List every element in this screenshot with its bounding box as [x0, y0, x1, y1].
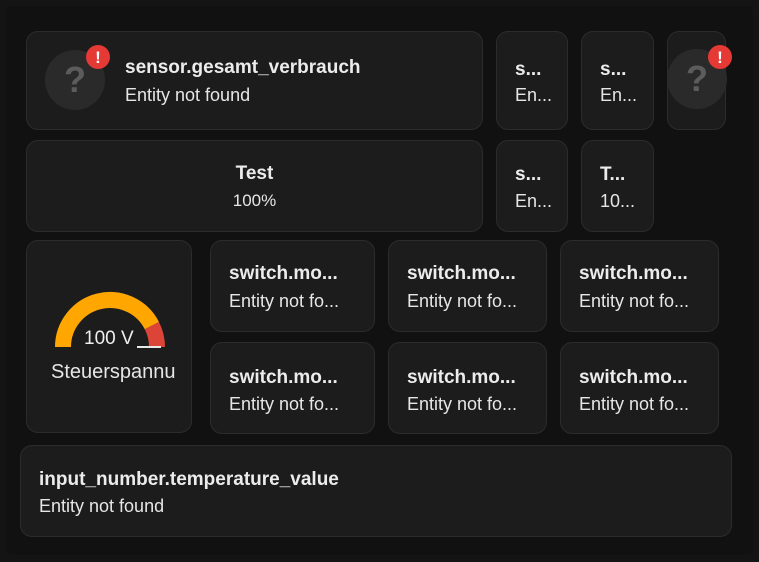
- card-state: Entity not fo...: [229, 291, 340, 311]
- card-switch-1[interactable]: switch.mo... Entity not fo...: [210, 240, 375, 332]
- card-name: sensor.gesamt_verbrauch: [125, 57, 361, 78]
- card-name: switch.mo...: [229, 367, 338, 388]
- card-switch-3[interactable]: switch.mo... Entity not fo...: [560, 240, 719, 332]
- card-name: s...: [600, 59, 627, 80]
- card-small-2[interactable]: s... En...: [581, 31, 654, 130]
- card-state: 100%: [232, 191, 277, 210]
- gauge-value: 100 V: [84, 328, 134, 349]
- gauge-label: Steuerspannu: [51, 361, 176, 383]
- card-small-5[interactable]: T... 10...: [581, 140, 654, 232]
- card-small-1[interactable]: s... En...: [496, 31, 568, 130]
- card-state: Entity not found: [125, 85, 251, 105]
- card-gauge-steuerspannung[interactable]: 100 V Steuerspannu: [26, 240, 192, 433]
- error-badge-icon: !: [86, 45, 110, 69]
- card-name: switch.mo...: [579, 367, 688, 388]
- card-state: Entity not fo...: [579, 394, 690, 414]
- card-name: switch.mo...: [229, 263, 338, 284]
- card-switch-2[interactable]: switch.mo... Entity not fo...: [388, 240, 547, 332]
- card-switch-6[interactable]: switch.mo... Entity not fo...: [560, 342, 719, 434]
- card-state: Entity not fo...: [229, 394, 340, 414]
- card-name: switch.mo...: [407, 263, 516, 284]
- card-state: Entity not fo...: [407, 291, 518, 311]
- card-name: s...: [515, 164, 542, 185]
- error-badge-icon: !: [708, 45, 732, 69]
- card-name: switch.mo...: [579, 263, 688, 284]
- card-test[interactable]: Test 100%: [26, 140, 483, 232]
- card-state: Entity not fo...: [407, 394, 518, 414]
- card-name: T...: [600, 164, 626, 185]
- card-state: En...: [515, 191, 553, 211]
- card-name: input_number.temperature_value: [39, 469, 339, 490]
- card-input-number-temperature[interactable]: input_number.temperature_value Entity no…: [20, 445, 732, 537]
- card-small-4[interactable]: s... En...: [496, 140, 568, 232]
- card-name: s...: [515, 59, 542, 80]
- card-state: Entity not found: [39, 496, 165, 516]
- card-state: Entity not fo...: [579, 291, 690, 311]
- card-state: En...: [515, 85, 553, 105]
- card-name: Test: [235, 163, 274, 184]
- card-sensor-gesamt-verbrauch[interactable]: ? ! sensor.gesamt_verbrauch Entity not f…: [26, 31, 483, 130]
- card-small-3[interactable]: ? !: [667, 31, 732, 130]
- gauge-arc-severe: [144, 322, 165, 348]
- card-switch-5[interactable]: switch.mo... Entity not fo...: [388, 342, 547, 434]
- card-switch-4[interactable]: switch.mo... Entity not fo...: [210, 342, 375, 434]
- card-state: 10...: [600, 191, 636, 211]
- card-state: En...: [600, 85, 638, 105]
- card-name: switch.mo...: [407, 367, 516, 388]
